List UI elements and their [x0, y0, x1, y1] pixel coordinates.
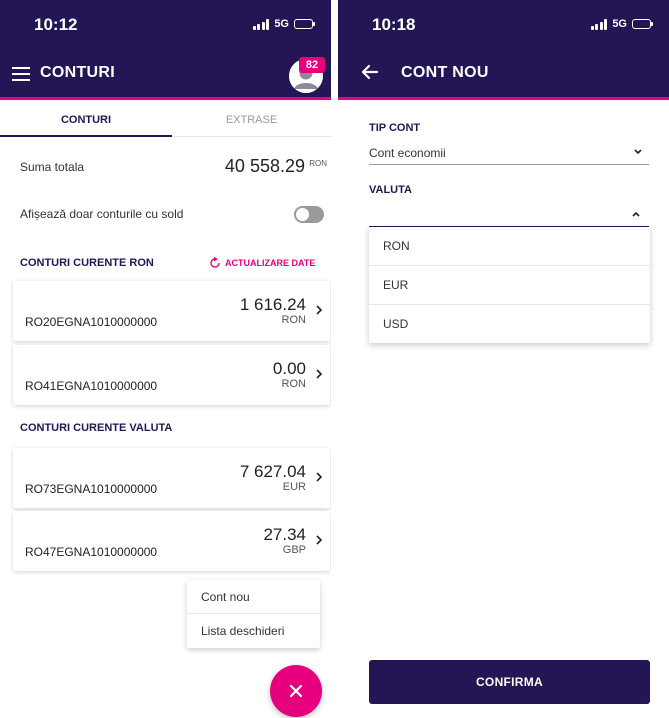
signal-icon — [252, 18, 270, 30]
fab-close-button[interactable] — [270, 665, 322, 717]
chevron-right-icon — [316, 535, 323, 545]
chevron-right-icon — [316, 472, 323, 482]
chevron-down-icon — [634, 149, 642, 155]
signal-icon — [590, 18, 608, 30]
total-balance-row: Suma totala 40 558.29 RON — [0, 150, 331, 186]
refresh-icon — [210, 257, 220, 268]
menu-item-openings-list[interactable]: Lista deschideri — [187, 614, 320, 648]
back-arrow-icon[interactable] — [358, 60, 382, 84]
chevron-up-icon — [632, 211, 640, 217]
network-type: 5G — [274, 18, 289, 30]
network-type: 5G — [612, 18, 627, 30]
status-time: 10:18 — [372, 15, 416, 34]
hamburger-icon[interactable] — [10, 63, 32, 83]
refresh-label: ACTUALIZARE DATE — [225, 258, 316, 268]
account-currency: EUR — [282, 481, 306, 493]
filter-label: Afișează doar conturile cu sold — [20, 207, 184, 221]
account-card[interactable]: 0.00 RON RO41EGNA1010000000 — [13, 345, 330, 405]
status-bar: 10:18 5G — [338, 0, 669, 50]
new-account-screen: 10:18 5G CONT NOU TIP CONT Cont economii… — [338, 0, 669, 718]
tab-bar: CONTURI EXTRASE — [0, 103, 331, 137]
app-bar: CONT NOU — [338, 50, 669, 100]
account-type-value: Cont economii — [369, 146, 446, 160]
account-currency: GBP — [282, 544, 306, 556]
account-amount: 27.34 — [263, 525, 306, 544]
status-bar: 10:12 5G — [0, 0, 331, 50]
app-bar: CONTURI — [0, 50, 331, 100]
section-title-ron: CONTURI CURENTE RON — [20, 257, 154, 269]
total-currency: RON — [309, 159, 327, 168]
currency-option-usd[interactable]: USD — [369, 305, 650, 344]
refresh-data-button[interactable]: ACTUALIZARE DATE — [209, 257, 315, 269]
total-label: Suma totala — [20, 160, 85, 174]
notification-badge: 82 — [299, 57, 325, 73]
currency-option-eur[interactable]: EUR — [369, 266, 650, 305]
currency-option-ron[interactable]: RON — [369, 227, 650, 266]
close-icon — [289, 684, 303, 698]
account-amount: 0.00 — [272, 359, 306, 378]
account-amount: 7 627.04 — [239, 462, 306, 481]
status-time: 10:12 — [34, 15, 78, 34]
account-amount: 1 616.24 — [239, 295, 306, 314]
chevron-right-icon — [316, 305, 323, 315]
account-iban: RO73EGNA1010000000 — [25, 482, 158, 496]
status-indicators: 5G — [590, 18, 653, 30]
menu-item-new-account[interactable]: Cont nou — [187, 580, 320, 614]
currency-label: VALUTA — [369, 184, 412, 196]
confirm-button[interactable]: CONFIRMA — [369, 660, 650, 704]
account-card[interactable]: 7 627.04 EUR RO73EGNA1010000000 — [13, 448, 330, 508]
total-value: 40 558.29 — [224, 156, 305, 176]
account-currency: RON — [281, 314, 306, 326]
tab-conturi[interactable]: CONTURI — [0, 103, 172, 137]
account-iban: RO41EGNA1010000000 — [25, 379, 158, 393]
account-card[interactable]: 27.34 GBP RO47EGNA1010000000 — [13, 511, 330, 571]
fab-menu: Cont nou Lista deschideri — [187, 580, 320, 648]
page-title: CONT NOU — [401, 64, 489, 81]
currency-dropdown: RON EUR USD — [369, 227, 650, 343]
screen-divider — [331, 0, 338, 718]
balance-filter-row: Afișează doar conturile cu sold — [0, 200, 331, 230]
page-title: CONTURI — [40, 64, 115, 81]
status-indicators: 5G — [252, 18, 315, 30]
account-type-label: TIP CONT — [369, 122, 421, 134]
account-type-underline — [369, 164, 649, 165]
account-card[interactable]: 1 616.24 RON RO20EGNA1010000000 — [13, 281, 330, 341]
chevron-right-icon — [316, 369, 323, 379]
balance-filter-toggle[interactable] — [294, 206, 324, 223]
section-title-valuta: CONTURI CURENTE VALUTA — [20, 422, 173, 434]
tab-extrase[interactable]: EXTRASE — [172, 103, 331, 137]
battery-icon — [632, 19, 653, 29]
account-currency: RON — [281, 378, 306, 390]
account-iban: RO47EGNA1010000000 — [25, 545, 158, 559]
accounts-screen: 10:12 5G CONTURI 82 CONTURI EXTRASE Suma… — [0, 0, 331, 718]
account-iban: RO20EGNA1010000000 — [25, 315, 158, 329]
battery-icon — [294, 19, 315, 29]
